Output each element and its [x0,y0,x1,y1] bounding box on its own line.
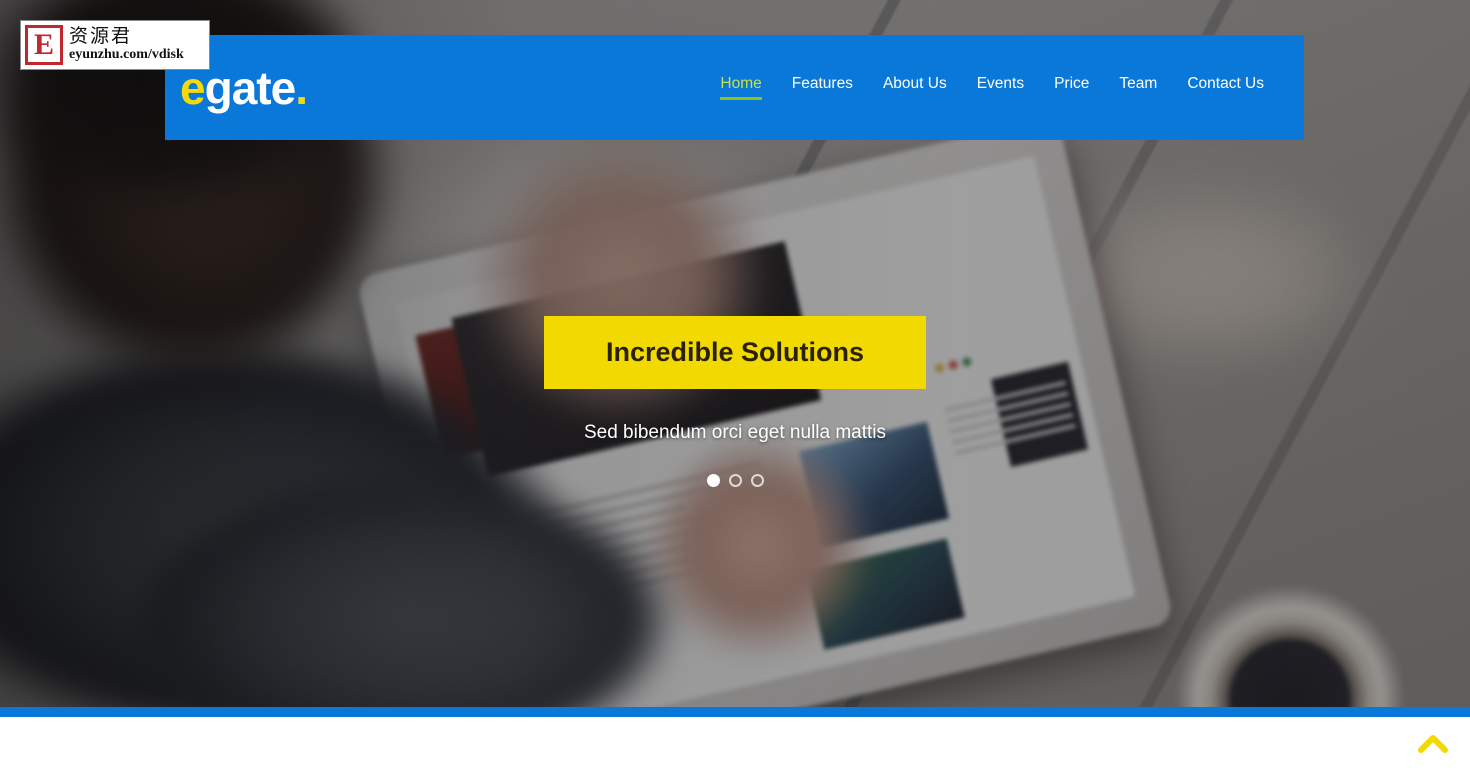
hero-cta-button[interactable]: Incredible Solutions [543,316,927,389]
below-fold-area [0,717,1470,780]
section-divider-bar [0,707,1470,717]
nav-item-price[interactable]: Price [1054,75,1089,100]
site-logo[interactable]: egate. [180,61,308,114]
logo-text-gate: gate [204,61,297,114]
scroll-to-top-button[interactable] [1414,727,1452,761]
carousel-dot-1[interactable] [706,474,720,487]
carousel-dot-2[interactable] [728,474,742,487]
chevron-up-icon [1418,735,1448,753]
watermark-text: 资源君 eyunzhu.com/vdisk [69,25,184,63]
watermark-e-badge: E [25,25,63,65]
page-root: Incredible Solutions Sed bibendum orci e… [0,0,1470,780]
nav-item-events[interactable]: Events [977,75,1024,100]
nav-item-home[interactable]: Home [720,75,763,100]
logo-dot: . [295,61,308,114]
watermark-url: eyunzhu.com/vdisk [69,47,184,63]
main-navigation: Home Features About Us Events Price Team… [720,75,1264,100]
carousel-dot-3[interactable] [750,474,764,487]
nav-item-team[interactable]: Team [1119,75,1157,100]
nav-item-about-us[interactable]: About Us [883,75,947,100]
hero-subtitle: Sed bibendum orci eget nulla mattis [583,422,887,443]
watermark-logo: E 资源君 eyunzhu.com/vdisk [20,20,210,70]
nav-item-features[interactable]: Features [792,75,853,100]
carousel-indicators [706,474,764,487]
watermark-chinese-text: 资源君 [69,25,133,48]
site-header: egate. Home Features About Us Events Pri… [165,35,1304,140]
nav-item-contact-us[interactable]: Contact Us [1187,75,1264,100]
